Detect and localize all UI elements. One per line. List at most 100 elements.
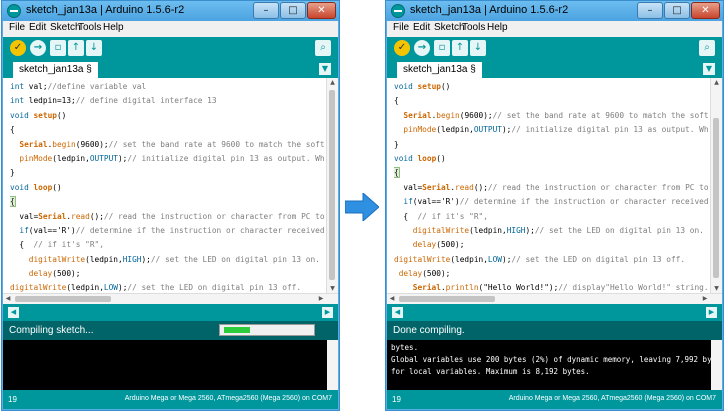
line-number: 19: [8, 395, 17, 404]
upload-icon[interactable]: →: [30, 40, 46, 56]
tab-menu-chevron-down-icon[interactable]: ▼: [319, 63, 331, 75]
save-icon[interactable]: ↓: [86, 40, 102, 56]
code-line: int ledpin=13;// define digital interfac…: [10, 96, 217, 106]
footer-bar: 19 Arduino Mega or Mega 2560, ATmega2560…: [387, 390, 722, 409]
code-line: }: [394, 139, 399, 149]
status-text: Compiling sketch...: [9, 325, 94, 336]
serial-monitor-icon[interactable]: ⌕: [699, 40, 715, 56]
pane-divider[interactable]: ◀ ▶: [387, 304, 722, 321]
pane-divider[interactable]: ◀ ▶: [3, 304, 338, 321]
console-line: bytes.: [391, 343, 419, 352]
menu-help[interactable]: Help: [103, 22, 124, 33]
vertical-scrollbar[interactable]: ▲ ▼: [326, 78, 338, 294]
open-icon[interactable]: ↑: [68, 40, 84, 56]
console-scrollbar[interactable]: [711, 340, 722, 390]
code-line: delay(500);: [398, 269, 451, 279]
code-editor[interactable]: int val;//define variable val int ledpin=…: [3, 78, 338, 304]
menu-tools[interactable]: Tools: [78, 22, 101, 33]
chevron-right-icon[interactable]: ▶: [322, 307, 333, 318]
horizontal-scrollbar[interactable]: ◀ ▶: [387, 293, 722, 304]
status-bar: Compiling sketch...: [3, 321, 338, 340]
code-line: void setup(): [10, 110, 67, 120]
menu-file[interactable]: File: [393, 22, 409, 33]
code-line: Serial.begin(9600);// set the band rate …: [403, 110, 708, 120]
code-line: void setup(): [394, 82, 451, 91]
code-line: {: [394, 96, 399, 106]
code-line: val=Serial.read();// read the instructio…: [394, 182, 708, 192]
code-line: void loop(): [394, 153, 446, 163]
maximize-button[interactable]: □: [664, 2, 690, 19]
arduino-window-compiling: sketch_jan13a | Arduino 1.5.6-r2 – □ ✕ F…: [1, 0, 340, 411]
chevron-left-icon[interactable]: ◀: [392, 307, 403, 318]
arduino-app-icon: [7, 4, 21, 18]
code-area[interactable]: int val;//define variable val int ledpin=…: [10, 80, 324, 294]
code-line: digitalWrite(ledpin,HIGH);// set the LED…: [28, 254, 320, 264]
code-editor[interactable]: void setup() { Serial.begin(9600);// set …: [387, 78, 722, 304]
code-line: }: [10, 168, 15, 178]
menu-sketch[interactable]: Sketch: [50, 22, 81, 33]
board-info: Arduino Mega or Mega 2560, ATmega2560 (M…: [508, 395, 716, 402]
menu-edit[interactable]: Edit: [413, 22, 430, 33]
code-line: digitalWrite(ledpin,LOW);// set the LED …: [394, 254, 686, 264]
console-output[interactable]: [3, 340, 338, 390]
code-line: Serial.begin(9600);// set the band rate …: [19, 139, 324, 149]
code-line: delay(500);: [412, 240, 465, 250]
menu-tools[interactable]: Tools: [462, 22, 485, 33]
status-bar: Done compiling.: [387, 321, 722, 340]
menu-help[interactable]: Help: [487, 22, 508, 33]
window-title: sketch_jan13a | Arduino 1.5.6-r2: [26, 4, 185, 16]
arrow-right-icon: [345, 193, 379, 221]
toolbar: ✓ → ▫ ↑ ↓ ⌕: [387, 37, 722, 59]
close-button[interactable]: ✕: [691, 2, 720, 19]
console-scrollbar[interactable]: [327, 340, 338, 390]
code-line: val=Serial.read();// read the instructio…: [10, 211, 324, 221]
code-line: { // if it's "R",: [10, 240, 104, 250]
menu-sketch[interactable]: Sketch: [434, 22, 465, 33]
console-output[interactable]: bytes. Global variables use 200 bytes (2%…: [387, 340, 722, 390]
line-number: 19: [392, 395, 401, 404]
code-line: { // if it's "R",: [394, 211, 488, 221]
board-info: Arduino Mega or Mega 2560, ATmega2560 (M…: [124, 395, 332, 402]
serial-monitor-icon[interactable]: ⌕: [315, 40, 331, 56]
open-icon[interactable]: ↑: [452, 40, 468, 56]
horizontal-scrollbar[interactable]: ◀ ▶: [3, 293, 338, 304]
tab-sketch[interactable]: sketch_jan13a §: [397, 62, 482, 78]
window-title: sketch_jan13a | Arduino 1.5.6-r2: [410, 4, 569, 16]
tab-bar: sketch_jan13a § ▼: [387, 59, 722, 78]
code-line: digitalWrite(ledpin,HIGH);// set the LED…: [412, 225, 704, 235]
tab-sketch[interactable]: sketch_jan13a §: [13, 62, 98, 78]
save-icon[interactable]: ↓: [470, 40, 486, 56]
minimize-button[interactable]: –: [253, 2, 279, 19]
vertical-scrollbar[interactable]: ▲ ▼: [710, 78, 722, 294]
chevron-left-icon[interactable]: ◀: [8, 307, 19, 318]
verify-icon[interactable]: ✓: [394, 40, 410, 56]
menu-edit[interactable]: Edit: [29, 22, 46, 33]
chevron-right-icon[interactable]: ▶: [706, 307, 717, 318]
minimize-button[interactable]: –: [637, 2, 663, 19]
code-line: {: [10, 196, 16, 208]
menu-bar: File Edit Sketch Tools Help: [387, 21, 722, 37]
status-text: Done compiling.: [393, 325, 465, 336]
new-icon[interactable]: ▫: [434, 40, 450, 56]
code-line: {: [394, 167, 400, 179]
compile-progress-bar: [219, 324, 315, 336]
close-button[interactable]: ✕: [307, 2, 336, 19]
menu-bar: File Edit Sketch Tools Help: [3, 21, 338, 37]
maximize-button[interactable]: □: [280, 2, 306, 19]
menu-file[interactable]: File: [9, 22, 25, 33]
verify-icon[interactable]: ✓: [10, 40, 26, 56]
tab-bar: sketch_jan13a § ▼: [3, 59, 338, 78]
code-line: pinMode(ledpin,OUTPUT);// initialize dig…: [19, 153, 324, 163]
upload-icon[interactable]: →: [414, 40, 430, 56]
code-line: pinMode(ledpin,OUTPUT);// initialize dig…: [403, 125, 708, 135]
code-line: void loop(): [10, 182, 62, 192]
code-line: delay(500);: [28, 269, 81, 279]
new-icon[interactable]: ▫: [50, 40, 66, 56]
code-line: {: [10, 125, 15, 135]
title-bar[interactable]: sketch_jan13a | Arduino 1.5.6-r2 – □ ✕: [386, 1, 723, 21]
code-line: int val;//define variable val: [10, 82, 147, 91]
title-bar[interactable]: sketch_jan13a | Arduino 1.5.6-r2 – □ ✕: [2, 1, 339, 21]
arduino-window-done: sketch_jan13a | Arduino 1.5.6-r2 – □ ✕ F…: [385, 0, 724, 411]
code-area[interactable]: void setup() { Serial.begin(9600);// set …: [394, 80, 708, 294]
tab-menu-chevron-down-icon[interactable]: ▼: [703, 63, 715, 75]
